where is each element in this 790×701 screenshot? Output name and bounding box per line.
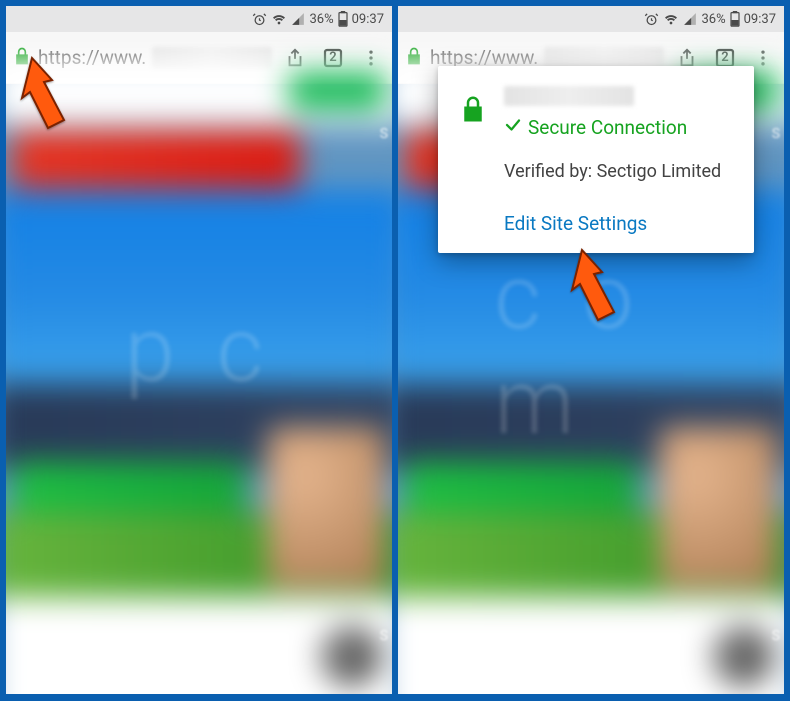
battery-icon bbox=[338, 11, 348, 27]
signal-icon bbox=[291, 12, 305, 26]
secure-connection-text: Secure Connection bbox=[528, 116, 687, 139]
wifi-icon bbox=[271, 12, 287, 26]
battery-percentage: 36% bbox=[701, 12, 725, 27]
clock-time: 09:37 bbox=[744, 12, 776, 27]
side-label: S bbox=[380, 628, 388, 644]
phone-left: 36% 09:37 https://www. 2 bbox=[6, 6, 392, 694]
check-icon bbox=[504, 116, 522, 139]
site-name-redacted bbox=[504, 86, 634, 106]
clock-time: 09:37 bbox=[352, 12, 384, 27]
phone-right: 36% 09:37 https://www. 2 bbox=[398, 6, 784, 694]
verified-by-label: Verified by: Sectigo Limited bbox=[504, 161, 734, 182]
side-label: S bbox=[772, 628, 780, 644]
page-content-blurred bbox=[6, 60, 392, 694]
battery-icon bbox=[730, 11, 740, 27]
edit-site-settings-link[interactable]: Edit Site Settings bbox=[504, 212, 647, 235]
status-bar: 36% 09:37 bbox=[398, 6, 784, 32]
secure-connection-label: Secure Connection bbox=[504, 116, 734, 139]
side-label: S bbox=[380, 126, 388, 142]
wifi-icon bbox=[663, 12, 679, 26]
side-label: S bbox=[772, 126, 780, 142]
tutorial-frame: 36% 09:37 https://www. 2 bbox=[0, 0, 790, 701]
battery-percentage: 36% bbox=[309, 12, 333, 27]
alarm-icon bbox=[252, 12, 267, 27]
site-info-popup: Secure Connection Verified by: Sectigo L… bbox=[438, 66, 754, 253]
status-bar: 36% 09:37 bbox=[6, 6, 392, 32]
signal-icon bbox=[683, 12, 697, 26]
alarm-icon bbox=[644, 12, 659, 27]
lock-icon bbox=[458, 92, 488, 130]
